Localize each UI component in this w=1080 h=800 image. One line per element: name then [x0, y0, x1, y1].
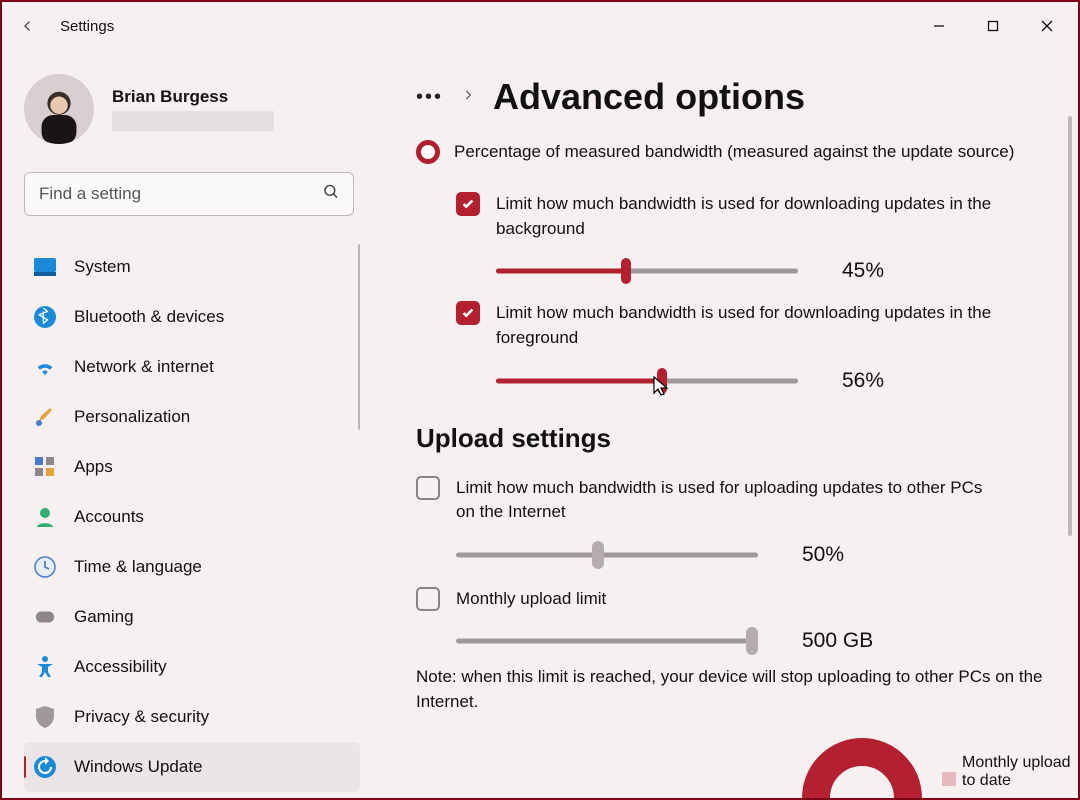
bg-limit-slider[interactable]: [496, 260, 798, 282]
upload-limit-label: Limit how much bandwidth is used for upl…: [456, 476, 996, 525]
upload-limit-checkbox[interactable]: [416, 476, 440, 500]
fg-limit-label: Limit how much bandwidth is used for dow…: [496, 301, 1036, 350]
close-button[interactable]: [1024, 7, 1070, 45]
upload-limit-value: 50%: [802, 543, 844, 567]
content-scrollbar[interactable]: [1068, 116, 1072, 536]
sidebar-item-system[interactable]: System: [24, 242, 360, 292]
fg-limit-value: 56%: [842, 369, 884, 393]
bg-limit-label: Limit how much bandwidth is used for dow…: [496, 192, 1036, 241]
fg-limit-block: Limit how much bandwidth is used for dow…: [416, 301, 1052, 392]
sidebar-item-apps[interactable]: Apps: [24, 442, 360, 492]
window-controls: [916, 7, 1070, 45]
profile-block[interactable]: Brian Burgess: [24, 74, 360, 144]
sidebar-item-personalization[interactable]: Personalization: [24, 392, 360, 442]
sidebar-item-label: Accounts: [74, 507, 144, 527]
bluetooth-icon: [34, 306, 56, 328]
sidebar-item-accounts[interactable]: Accounts: [24, 492, 360, 542]
monthly-limit-value: 500 GB: [802, 629, 873, 653]
wifi-icon: [34, 356, 56, 378]
bg-limit-block: Limit how much bandwidth is used for dow…: [416, 192, 1052, 283]
sidebar-item-label: Personalization: [74, 407, 190, 427]
monthly-limit-slider[interactable]: [456, 630, 758, 652]
bg-limit-checkbox[interactable]: [456, 192, 480, 216]
sidebar-item-label: Privacy & security: [74, 707, 209, 727]
sidebar-item-label: Accessibility: [74, 657, 167, 677]
legend-label: Monthly upload to date: [962, 754, 1078, 790]
avatar: [24, 74, 94, 144]
accessibility-icon: [34, 656, 56, 678]
sidebar-item-bluetooth[interactable]: Bluetooth & devices: [24, 292, 360, 342]
sidebar-item-privacy[interactable]: Privacy & security: [24, 692, 360, 742]
profile-name: Brian Burgess: [112, 87, 274, 107]
upload-limit-slider[interactable]: [456, 544, 758, 566]
fg-limit-slider[interactable]: [496, 370, 798, 392]
sidebar-item-accessibility[interactable]: Accessibility: [24, 642, 360, 692]
sidebar-item-gaming[interactable]: Gaming: [24, 592, 360, 642]
apps-icon: [34, 456, 56, 478]
sidebar-item-label: Windows Update: [74, 757, 203, 777]
sidebar-item-label: Network & internet: [74, 357, 214, 377]
monthly-limit-block: Monthly upload limit 500 GB: [416, 587, 1052, 654]
paintbrush-icon: [34, 406, 56, 428]
sidebar-item-label: Time & language: [74, 557, 202, 577]
sidebar-item-label: Gaming: [74, 607, 134, 627]
person-icon: [34, 506, 56, 528]
legend-swatch: [942, 772, 956, 786]
gamepad-icon: [34, 606, 56, 628]
bandwidth-mode-radio-row: Percentage of measured bandwidth (measur…: [416, 140, 1052, 164]
sidebar-item-windows-update[interactable]: Windows Update: [24, 742, 360, 792]
profile-email-placeholder: [112, 111, 274, 131]
monthly-limit-checkbox[interactable]: [416, 587, 440, 611]
usage-donut-chart: [802, 738, 922, 798]
page-title: Advanced options: [493, 76, 805, 118]
chevron-right-icon: [461, 88, 475, 107]
titlebar: Settings: [2, 2, 1078, 50]
system-icon: [34, 256, 56, 278]
monthly-limit-label: Monthly upload limit: [456, 587, 606, 612]
minimize-button[interactable]: [916, 7, 962, 45]
nav: System Bluetooth & devices Network & int…: [24, 242, 360, 798]
content-pane: ••• Advanced options Percentage of measu…: [382, 50, 1078, 798]
upload-limit-block: Limit how much bandwidth is used for upl…: [416, 476, 1052, 567]
upload-settings-heading: Upload settings: [416, 423, 1052, 454]
sidebar-item-label: System: [74, 257, 131, 277]
clock-icon: [34, 556, 56, 578]
maximize-button[interactable]: [970, 7, 1016, 45]
sidebar-item-network[interactable]: Network & internet: [24, 342, 360, 392]
monthly-limit-note: Note: when this limit is reached, your d…: [416, 665, 1052, 714]
sidebar-item-time-language[interactable]: Time & language: [24, 542, 360, 592]
fg-limit-checkbox[interactable]: [456, 301, 480, 325]
update-icon: [34, 756, 56, 778]
app-title: Settings: [60, 18, 114, 35]
search-icon: [322, 183, 340, 206]
bandwidth-percentage-radio[interactable]: [416, 140, 440, 164]
sidebar-item-label: Apps: [74, 457, 113, 477]
sidebar-item-label: Bluetooth & devices: [74, 307, 224, 327]
bg-limit-value: 45%: [842, 259, 884, 283]
back-button[interactable]: [10, 8, 46, 44]
shield-icon: [34, 706, 56, 728]
search-input[interactable]: [24, 172, 354, 216]
sidebar: Brian Burgess System Bluetooth & devices: [2, 50, 382, 798]
search-wrap: [24, 172, 354, 216]
bandwidth-radio-label: Percentage of measured bandwidth (measur…: [454, 142, 1014, 162]
breadcrumb: ••• Advanced options: [416, 76, 1052, 118]
breadcrumb-more-icon[interactable]: •••: [416, 86, 443, 109]
